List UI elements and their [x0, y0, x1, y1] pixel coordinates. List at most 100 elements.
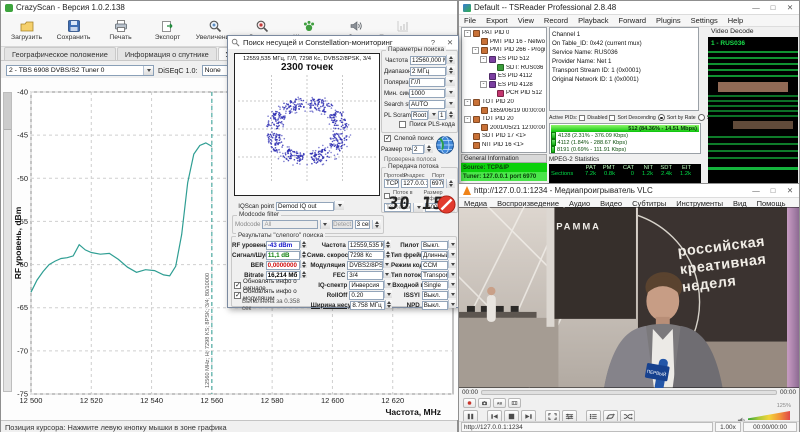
pid-tree-panel[interactable]: -PAT PID 0PMT PID 16 - Network-PMT PID 2…	[461, 27, 547, 153]
spinner-icon[interactable]	[300, 240, 307, 248]
channel-info-panel[interactable]: Channel 1On Table_ID: 0x42 (current mux)…	[549, 27, 699, 111]
result-select[interactable]: Выкл.	[422, 291, 448, 300]
frame-button[interactable]	[508, 398, 521, 408]
sort-descending-checkbox[interactable]	[609, 115, 615, 121]
result-select[interactable]: CCM	[421, 261, 448, 270]
result-value[interactable]: 0,0000000	[266, 261, 300, 270]
param-pl-scramble-code[interactable]: PL Scramble codeRoot1	[384, 110, 455, 120]
sort-by-pid-radio[interactable]	[698, 114, 705, 121]
collapse-icon[interactable]: -	[472, 47, 479, 54]
spinner-icon[interactable]	[384, 240, 391, 248]
seek-bar[interactable]	[481, 390, 777, 395]
video-frame[interactable]: ПРОГРАММА российская креативная неделя	[459, 207, 799, 388]
detect-button[interactable]: Detect	[332, 220, 353, 229]
tsreader-menu-record[interactable]: Record	[539, 15, 573, 26]
collapse-icon[interactable]: -	[464, 30, 471, 37]
save-button[interactable]: Сохранить	[50, 16, 97, 45]
spinner-icon[interactable]	[300, 250, 307, 258]
tree-item[interactable]: -ES PID 4128	[463, 81, 545, 90]
globe-icon[interactable]	[435, 135, 455, 155]
port-input[interactable]: 6970	[430, 179, 444, 188]
ab-loop-button[interactable]: AB	[493, 398, 506, 408]
spinner-icon[interactable]	[446, 110, 455, 119]
tree-item[interactable]: -PMT PID 266 - Progr. 1	[463, 46, 545, 55]
tree-item[interactable]: NIT PID 16 <1>	[463, 141, 545, 150]
pls-search-checkbox[interactable]: Поиск PLS-кода	[384, 121, 455, 128]
tab-информация-о-спутнике[interactable]: Информация о спутнике	[117, 47, 217, 60]
result-select[interactable]: Выкл.	[421, 241, 448, 250]
sort-by-rate-radio[interactable]	[658, 114, 665, 121]
volume-area[interactable]: 125%	[737, 406, 793, 422]
minimize-button[interactable]: —	[751, 3, 761, 12]
result-value[interactable]: Инверсия	[349, 281, 384, 290]
tree-item[interactable]: -TOT PID 20	[463, 98, 545, 107]
minimize-button[interactable]: —	[751, 186, 761, 195]
result-value[interactable]: DVBS2/8PSK	[347, 261, 383, 270]
result-value[interactable]: 8.758 МГц	[350, 301, 385, 310]
spinner-icon[interactable]	[384, 250, 391, 258]
result-select[interactable]: Длинный	[421, 251, 448, 260]
collapse-icon[interactable]: -	[464, 99, 471, 106]
result-value[interactable]: 7298 Кс	[348, 251, 384, 260]
tree-item[interactable]: PCR PID 512	[463, 89, 545, 98]
print-button[interactable]: Печать	[97, 16, 144, 45]
result-value[interactable]: 11,1 dB	[266, 251, 300, 260]
crazyscan-titlebar[interactable]: CrazyScan - Версия 1.0.2.138	[1, 1, 457, 15]
tuner-row[interactable]: Tuner: 127.0.0.1 port 6970	[461, 172, 547, 181]
tree-item[interactable]: ES PID 4112	[463, 72, 545, 81]
spinner-icon[interactable]	[385, 300, 392, 308]
pid-row[interactable]: 8191 (0.69% - 111.91 Kbps)	[551, 146, 699, 153]
tree-item[interactable]: -TDT PID 20	[463, 115, 545, 124]
tsreader-menu-export[interactable]: Export	[481, 15, 513, 26]
tree-item[interactable]: 2001/05/21 12:00:00	[463, 124, 545, 133]
pid-row[interactable]: 4128 (2.31% - 376.09 Kbps)	[551, 132, 699, 139]
spinner-icon[interactable]	[424, 144, 433, 153]
load-button[interactable]: Загрузить	[3, 16, 50, 45]
tree-item[interactable]: PMT PID 16 - Network	[463, 38, 545, 47]
active-pids-list[interactable]: 512 (84.36% - 14.51 Mbps)4128 (2.31% - 3…	[549, 123, 701, 154]
export-button[interactable]: Экспорт	[144, 16, 191, 45]
spinner-icon[interactable]	[300, 270, 307, 278]
tsreader-menu-settings[interactable]: Settings	[686, 15, 723, 26]
tsreader-menu-plugins[interactable]: Plugins	[651, 15, 686, 26]
tree-item[interactable]: -ES PID 512	[463, 55, 545, 64]
iqscan-select[interactable]: Demod IQ out	[276, 202, 334, 211]
tsreader-menu-file[interactable]: File	[459, 15, 481, 26]
spinner-icon[interactable]	[300, 260, 307, 268]
tuner-select[interactable]: 2 - TBS 6908 DVBS/S2 Tuner 0	[6, 65, 154, 76]
tree-item[interactable]: -PAT PID 0	[463, 29, 545, 38]
param-поляризация[interactable]: ПоляризацияГ/Л	[384, 77, 455, 87]
collapse-icon[interactable]: -	[480, 81, 487, 88]
tree-item[interactable]: SDT: RUS036	[463, 63, 545, 72]
collapse-icon[interactable]: -	[480, 56, 487, 63]
dot-size-input[interactable]: 2	[412, 145, 424, 154]
maximize-button[interactable]: □	[768, 186, 778, 195]
result-select[interactable]: Single	[422, 281, 448, 290]
tsreader-menu-playback[interactable]: Playback	[573, 15, 613, 26]
spinner-icon[interactable]	[372, 220, 381, 229]
volume-slider[interactable]	[748, 411, 790, 420]
param-диапазон-поиска[interactable]: Диапазон поиска2 МГц	[384, 66, 455, 76]
chart-side-scrollbar[interactable]	[3, 92, 12, 392]
result-value[interactable]: 12559,535 МГ	[348, 241, 384, 250]
modcode-select[interactable]: All	[262, 220, 317, 229]
pid-row[interactable]: 512 (84.36% - 14.51 Mbps)	[551, 125, 699, 132]
prohibit-icon[interactable]	[437, 195, 456, 214]
detect-interval-input[interactable]: 3 сек	[355, 220, 370, 229]
tsreader-menu-forward[interactable]: Forward	[614, 15, 652, 26]
disabled-checkbox[interactable]	[579, 115, 585, 121]
snapshot-button[interactable]	[478, 398, 491, 408]
tab-географическое-положение[interactable]: Географическое положение	[4, 47, 116, 60]
close-button[interactable]: ✕	[785, 186, 795, 195]
tsreader-menu-view[interactable]: View	[513, 15, 539, 26]
spinner-icon[interactable]	[446, 55, 455, 64]
close-button[interactable]: ✕	[445, 38, 455, 47]
protocol-select[interactable]: TCP	[384, 179, 399, 188]
blind-search-checkbox[interactable]: ✓ Слепой поиск	[384, 135, 434, 142]
close-button[interactable]: ✕	[785, 3, 795, 12]
record-button[interactable]	[463, 398, 476, 408]
ip-input[interactable]: 127.0.0.1	[401, 179, 427, 188]
param-search-standard[interactable]: Search standardAUTO	[384, 99, 455, 109]
result-select[interactable]: Выкл.	[422, 301, 448, 310]
result-value[interactable]: 3/4	[347, 271, 383, 280]
